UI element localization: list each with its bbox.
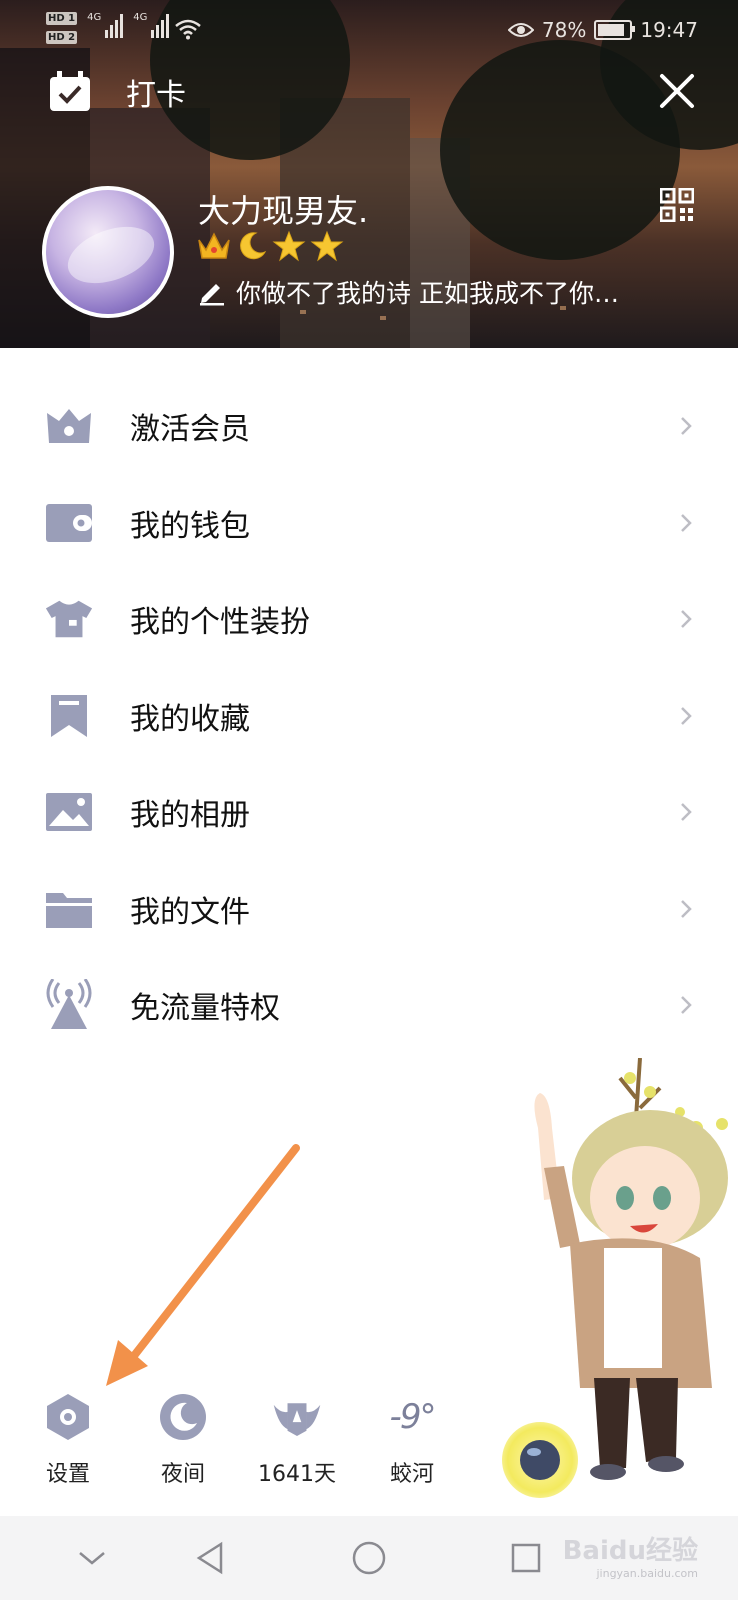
- watermark-brand: Baidu经验: [562, 1536, 698, 1566]
- nav-collapse-button[interactable]: [68, 1534, 116, 1582]
- nav-back-button[interactable]: [186, 1534, 234, 1582]
- avatar[interactable]: [42, 186, 174, 318]
- menu-item-label: 我的收藏: [130, 701, 250, 737]
- chevron-down-icon: [79, 1552, 105, 1565]
- chevron-right-icon: [681, 610, 692, 629]
- folder-icon: [44, 884, 94, 934]
- menu-item-label: 我的相册: [130, 798, 250, 834]
- battery-percent: 78%: [541, 18, 587, 42]
- pencil-icon: [200, 284, 224, 306]
- moon-icon: [240, 232, 267, 260]
- signature-row[interactable]: 你做不了我的诗 正如我成不了你…: [198, 274, 619, 310]
- watermark-url: jingyan.baidu.com: [596, 1567, 698, 1580]
- menu-item-label: 我的文件: [130, 894, 250, 930]
- close-icon[interactable]: [656, 70, 698, 112]
- menu-item-album[interactable]: 我的相册: [0, 764, 738, 861]
- menu-item-dressup[interactable]: 我的个性装扮: [0, 571, 738, 668]
- days-label: 1641天: [258, 1462, 336, 1487]
- calendar-check-icon: [50, 71, 90, 111]
- menu-item-files[interactable]: 我的文件: [0, 861, 738, 958]
- status-bar: HD 1 HD 2 4G 4G 78% 19:47: [0, 0, 738, 62]
- clock: 19:47: [640, 18, 698, 42]
- chevron-right-icon: [681, 513, 692, 532]
- settings-button[interactable]: 设置: [28, 1392, 108, 1488]
- checkin-label: 打卡: [126, 78, 186, 113]
- nav-home-button[interactable]: [345, 1534, 393, 1582]
- chevron-right-icon: [681, 803, 692, 822]
- menu-item-label: 免流量特权: [130, 991, 280, 1027]
- settings-label: 设置: [45, 1462, 90, 1487]
- days-badge-button[interactable]: 1641天: [257, 1392, 337, 1488]
- menu-item-vip[interactable]: 激活会员: [0, 378, 738, 475]
- menu-item-favorites[interactable]: 我的收藏: [0, 668, 738, 765]
- battery-icon: [594, 20, 636, 40]
- tshirt-icon: [44, 594, 94, 644]
- home-circle-icon: [352, 1541, 386, 1575]
- menu-item-label: 我的个性装扮: [130, 605, 310, 641]
- wifi-icon: [175, 19, 202, 40]
- weather-city: 蛟河: [389, 1462, 434, 1487]
- temperature-value: -9°: [389, 1397, 437, 1437]
- night-mode-button[interactable]: 夜间: [143, 1392, 223, 1488]
- floating-orb[interactable]: [502, 1422, 578, 1498]
- level-badges[interactable]: [196, 230, 344, 262]
- checkin-button[interactable]: 打卡: [48, 70, 186, 114]
- chevron-right-icon: [681, 899, 692, 918]
- recents-square-icon: [511, 1543, 541, 1573]
- star-icon: [310, 230, 344, 262]
- baidu-watermark: Baidu经验 jingyan.baidu.com: [563, 1530, 698, 1580]
- bubble-icon: [520, 1440, 560, 1480]
- menu-list: 激活会员 我的钱包 我的个性装扮 我的收藏 我的相册 我的文件 免流量特权: [0, 378, 738, 1054]
- broadcast-icon: [44, 979, 94, 1030]
- crown-icon: [198, 232, 230, 259]
- moon-icon: [158, 1392, 208, 1442]
- menu-item-label: 激活会员: [130, 412, 250, 448]
- star-icon: [272, 230, 306, 262]
- image-icon: [44, 787, 94, 837]
- hd2-indicator: HD 2: [46, 31, 78, 44]
- chevron-right-icon: [681, 417, 692, 436]
- chevron-right-icon: [681, 706, 692, 725]
- crown-icon: [44, 401, 94, 451]
- nav-recents-button[interactable]: [502, 1534, 550, 1582]
- night-mode-label: 夜间: [160, 1462, 205, 1487]
- eye-icon: [507, 23, 534, 37]
- menu-item-label: 我的钱包: [130, 508, 250, 544]
- winged-badge-icon: [272, 1392, 322, 1442]
- menu-item-wallet[interactable]: 我的钱包: [0, 475, 738, 572]
- wallet-icon: [44, 498, 94, 548]
- hd1-indicator: HD 1: [46, 12, 78, 25]
- arrow-annotation: [106, 1144, 300, 1386]
- bookmark-icon: [44, 691, 94, 741]
- signature-text: 你做不了我的诗 正如我成不了你…: [236, 279, 619, 308]
- user-name[interactable]: 大力现男友.: [198, 186, 368, 232]
- signal-icon: 4G: [87, 12, 124, 38]
- qr-code-icon[interactable]: [660, 188, 694, 222]
- menu-item-free-data[interactable]: 免流量特权: [0, 957, 738, 1054]
- back-triangle-icon: [196, 1541, 223, 1575]
- chevron-right-icon: [681, 996, 692, 1015]
- settings-icon: [43, 1392, 93, 1442]
- weather-button[interactable]: -9° 蛟河: [372, 1392, 452, 1488]
- signal-icon: 4G: [133, 12, 170, 38]
